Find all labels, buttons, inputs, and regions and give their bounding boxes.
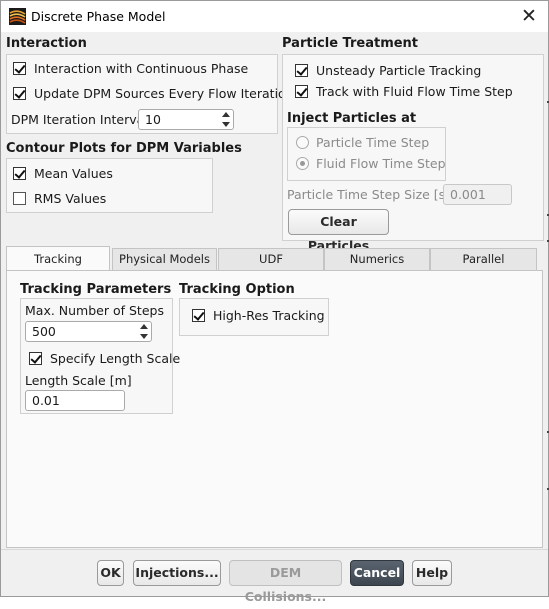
continuous-phase-label: Interaction with Continuous Phase — [34, 61, 249, 76]
close-icon[interactable]: ✕ — [516, 4, 542, 28]
track-fluid-label: Track with Fluid Flow Time Step — [316, 84, 513, 99]
checkbox-checked-icon — [295, 64, 308, 77]
dialog-window: Discrete Phase Model ✕ Interaction Inter… — [0, 0, 549, 604]
injections-button[interactable]: Injections... — [133, 560, 221, 586]
tracking-params-title: Tracking Parameters — [20, 282, 172, 297]
contour-title: Contour Plots for DPM Variables — [6, 141, 242, 156]
interval-value: 10 — [145, 112, 161, 127]
tab-tracking[interactable]: Tracking — [6, 246, 110, 271]
continuous-phase-checkbox[interactable]: Interaction with Continuous Phase — [13, 61, 248, 76]
window-title: Discrete Phase Model — [31, 9, 166, 24]
max-steps-value: 500 — [32, 324, 56, 339]
tab-numerics[interactable]: Numerics — [324, 248, 430, 270]
particle-treatment-title: Particle Treatment — [282, 36, 419, 51]
mean-values-label: Mean Values — [34, 166, 113, 181]
checkbox-checked-icon — [13, 167, 26, 180]
clear-particles-button[interactable]: Clear Particles — [288, 209, 389, 253]
checkbox-checked-icon — [29, 352, 42, 365]
high-res-tracking-checkbox[interactable]: High-Res Tracking — [192, 308, 325, 323]
high-res-tracking-label: High-Res Tracking — [213, 308, 325, 323]
tab-parallel[interactable]: Parallel — [430, 248, 537, 270]
fluid-flow-time-step-radio[interactable]: Fluid Flow Time Step — [296, 156, 446, 171]
mean-values-checkbox[interactable]: Mean Values — [13, 166, 113, 181]
step-size-label: Particle Time Step Size [s] — [287, 187, 451, 202]
max-steps-spinner-icon[interactable] — [137, 322, 151, 341]
checkbox-checked-icon — [295, 85, 308, 98]
tab-physical-models[interactable]: Physical Models — [112, 248, 217, 270]
track-fluid-checkbox[interactable]: Track with Fluid Flow Time Step — [295, 84, 513, 99]
ok-button[interactable]: OK — [97, 560, 124, 586]
title-bar: Discrete Phase Model ✕ — [1, 1, 548, 32]
max-steps-input[interactable]: 500 — [25, 321, 152, 342]
rms-values-checkbox[interactable]: RMS Values — [13, 191, 106, 206]
length-scale-input[interactable]: 0.01 — [25, 390, 125, 411]
step-size-value: 0.001 — [450, 187, 486, 202]
particle-time-step-label: Particle Time Step — [316, 135, 430, 150]
app-icon — [9, 8, 26, 25]
step-size-input[interactable]: 0.001 — [443, 184, 512, 205]
specify-length-checkbox[interactable]: Specify Length Scale — [29, 351, 180, 366]
radio-selected-icon — [296, 157, 309, 170]
inject-title: Inject Particles at — [287, 111, 417, 126]
checkbox-checked-icon — [13, 62, 26, 75]
radio-unselected-icon — [296, 136, 309, 149]
tracking-option-title: Tracking Option — [179, 282, 295, 297]
rms-values-label: RMS Values — [34, 191, 107, 206]
specify-length-label: Specify Length Scale — [50, 351, 181, 366]
interaction-title: Interaction — [6, 36, 87, 51]
checkbox-unchecked-icon — [13, 192, 26, 205]
update-sources-checkbox[interactable]: Update DPM Sources Every Flow Iteration — [13, 86, 294, 101]
checkbox-checked-icon — [192, 309, 205, 322]
unsteady-tracking-label: Unsteady Particle Tracking — [316, 63, 482, 78]
length-scale-value: 0.01 — [32, 393, 60, 408]
tab-udf[interactable]: UDF — [218, 248, 324, 270]
interval-spinner-icon[interactable] — [219, 110, 233, 129]
max-steps-label: Max. Number of Steps — [25, 303, 164, 318]
dem-collisions-button[interactable]: DEM Collisions... — [229, 560, 342, 604]
unsteady-tracking-checkbox[interactable]: Unsteady Particle Tracking — [295, 63, 481, 78]
checkbox-checked-icon — [13, 87, 26, 100]
length-scale-label: Length Scale [m] — [25, 373, 132, 388]
update-sources-label: Update DPM Sources Every Flow Iteration — [34, 86, 294, 101]
cancel-button[interactable]: Cancel — [350, 560, 404, 586]
fluid-flow-time-step-label: Fluid Flow Time Step — [316, 156, 446, 171]
interval-label: DPM Iteration Interval — [11, 112, 148, 127]
help-button[interactable]: Help — [412, 560, 452, 586]
particle-time-step-radio[interactable]: Particle Time Step — [296, 135, 429, 150]
